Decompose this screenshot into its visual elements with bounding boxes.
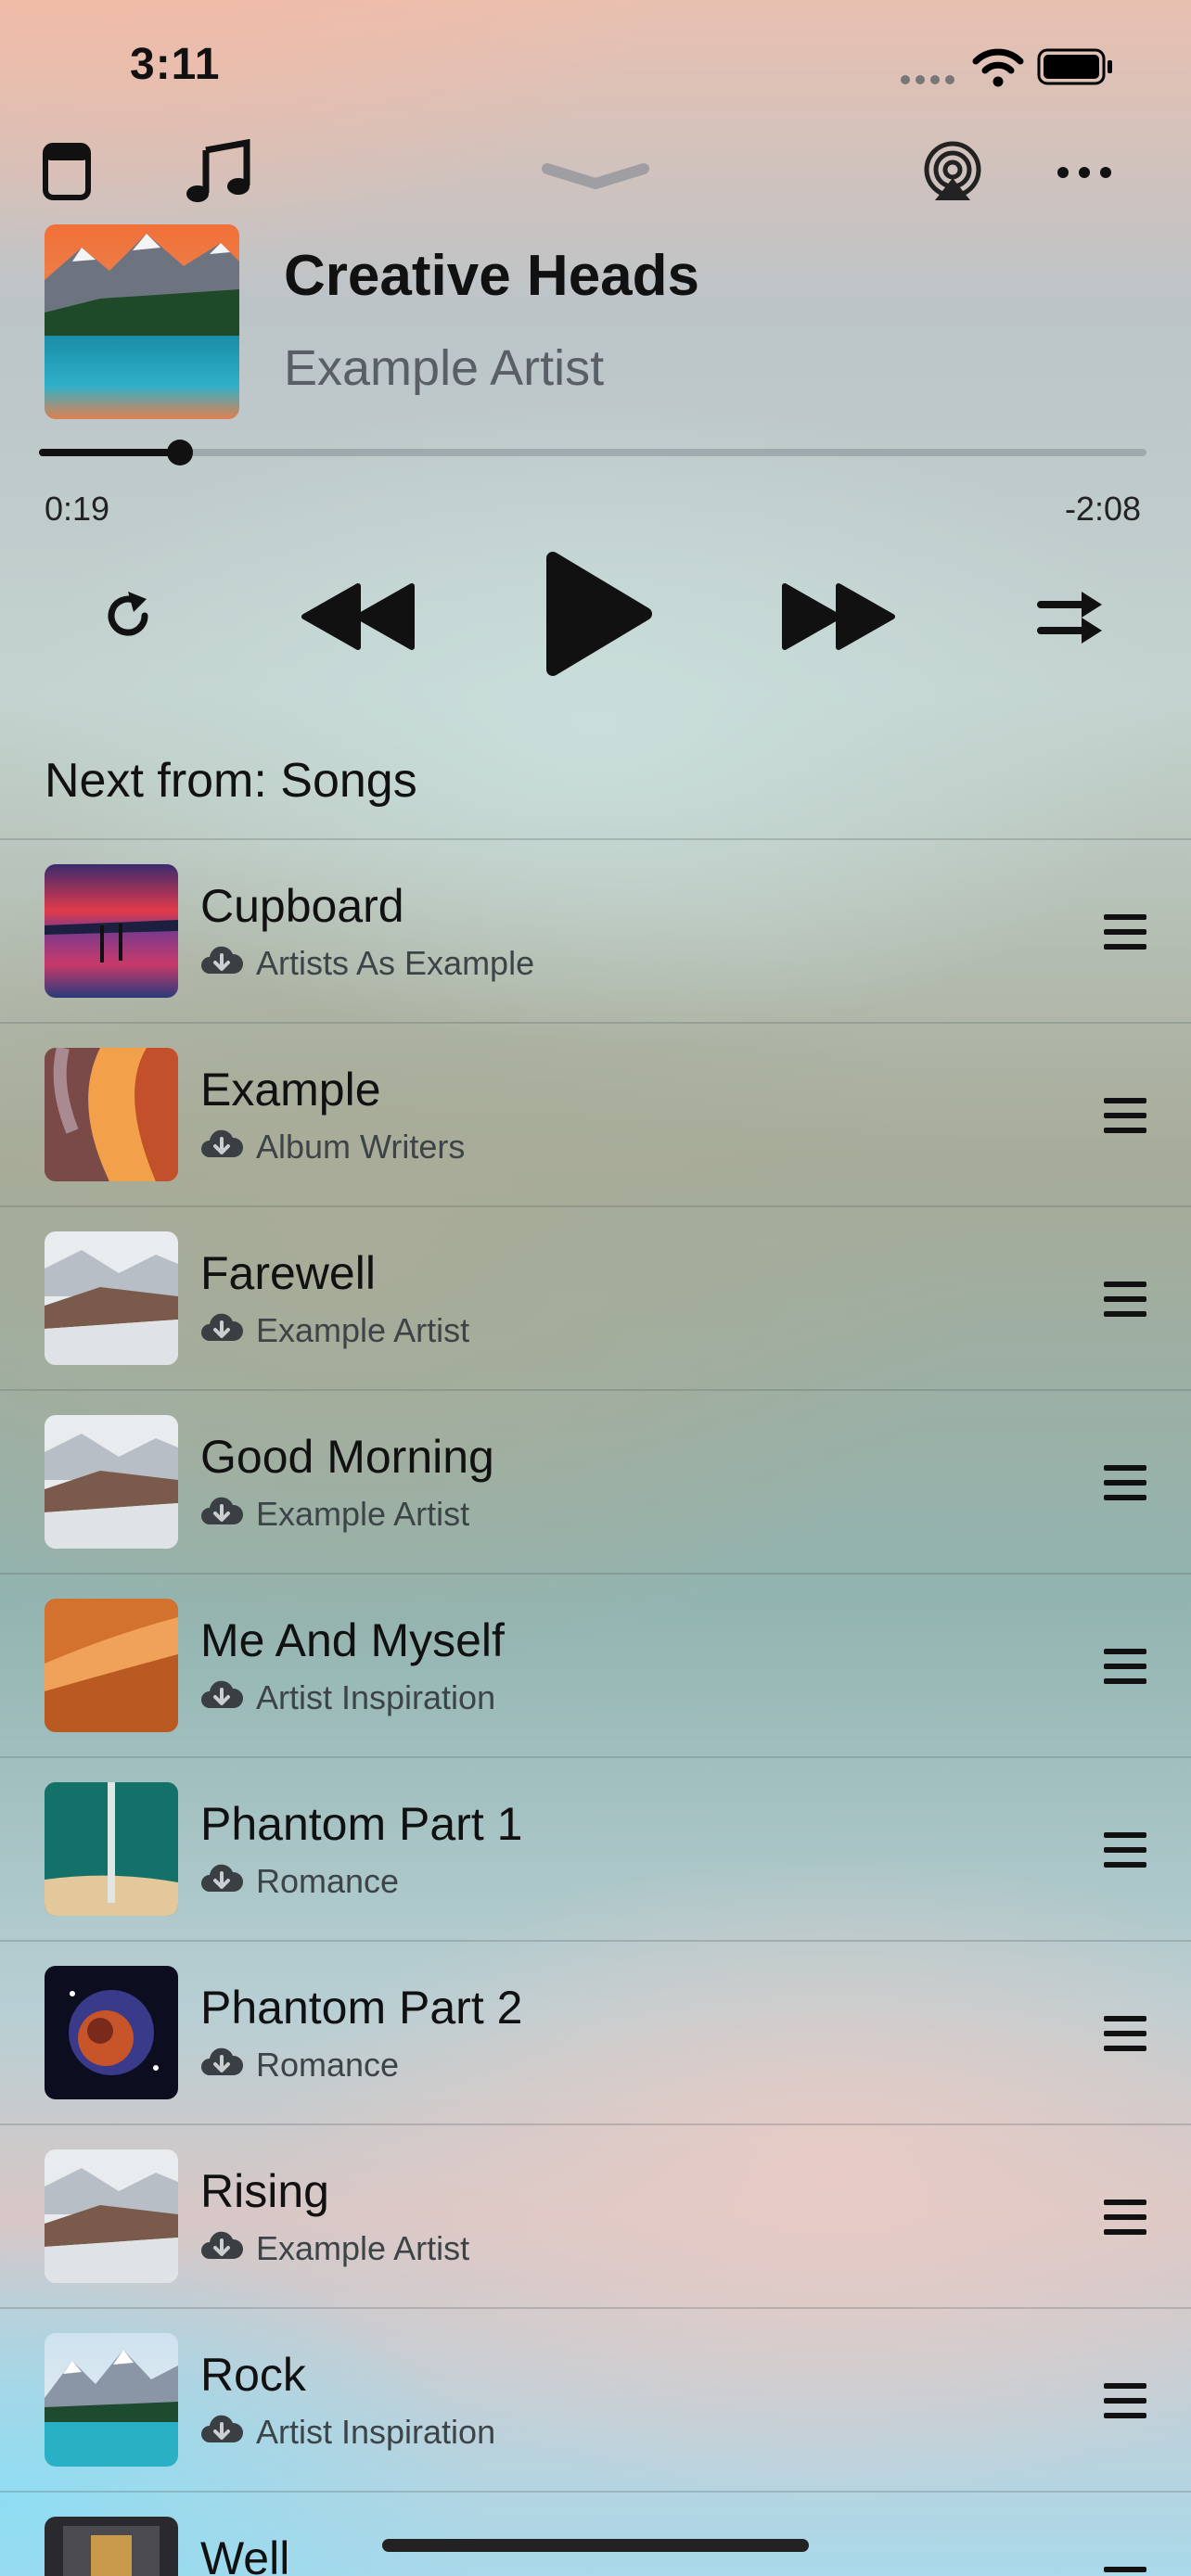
song-title: Me And Myself <box>200 1614 505 1666</box>
home-indicator[interactable] <box>382 2539 809 2552</box>
list-item[interactable]: Well <box>0 2493 1191 2576</box>
song-artist: Artist Inspiration <box>256 1678 496 1716</box>
play-icon[interactable] <box>544 551 655 682</box>
song-art <box>45 1599 178 1732</box>
song-art <box>45 2149 178 2283</box>
cloud-download-icon <box>200 1128 244 1164</box>
song-title: Rock <box>200 2349 306 2401</box>
repeat-icon[interactable] <box>98 586 158 650</box>
list-item[interactable]: Example Album Writers <box>0 1024 1191 1205</box>
cellular-icon <box>900 72 957 92</box>
reorder-handle-icon[interactable] <box>1102 1096 1148 1140</box>
reorder-handle-icon[interactable] <box>1102 2198 1148 2241</box>
song-title: Well <box>200 2532 290 2576</box>
list-item[interactable]: Me And Myself Artist Inspiration <box>0 1575 1191 1756</box>
reorder-handle-icon[interactable] <box>1102 2381 1148 2425</box>
song-title: Phantom Part 2 <box>200 1982 523 2034</box>
song-artist: Romance <box>256 1862 400 1900</box>
chevron-down-icon[interactable] <box>542 163 649 191</box>
song-artist: Example Artist <box>256 2229 470 2267</box>
song-art <box>45 1782 178 1916</box>
progress-fill <box>39 449 180 456</box>
track-title: Creative Heads <box>284 244 700 308</box>
reorder-handle-icon[interactable] <box>1102 2014 1148 2058</box>
song-title: Example <box>200 1064 381 1116</box>
song-artist: Artist Inspiration <box>256 2413 496 2451</box>
airplay-icon[interactable] <box>922 141 983 202</box>
reorder-handle-icon[interactable] <box>1102 1280 1148 1323</box>
miniplayer-icon[interactable] <box>43 143 91 200</box>
cloud-download-icon <box>200 1678 244 1715</box>
cloud-download-icon <box>200 2229 244 2265</box>
song-art <box>45 1966 178 2099</box>
reorder-handle-icon[interactable] <box>1102 912 1148 956</box>
progress-track[interactable] <box>39 449 1146 456</box>
song-title: Farewell <box>200 1247 376 1299</box>
cloud-download-icon <box>200 1311 244 1347</box>
battery-icon <box>1037 48 1115 90</box>
list-item[interactable]: Phantom Part 2 Romance <box>0 1942 1191 2123</box>
cloud-download-icon <box>200 2413 244 2449</box>
cloud-download-icon <box>200 944 244 980</box>
song-art <box>45 864 178 998</box>
song-artist: Example Artist <box>256 1311 470 1349</box>
up-next-heading: Next from: Songs <box>45 754 417 808</box>
reorder-handle-icon[interactable] <box>1102 1647 1148 1690</box>
song-title: Phantom Part 1 <box>200 1798 523 1850</box>
song-artist: Artists As Example <box>256 944 535 982</box>
list-item[interactable]: Good Morning Example Artist <box>0 1391 1191 1573</box>
song-title: Good Morning <box>200 1431 494 1483</box>
song-art <box>45 1415 178 1549</box>
next-icon[interactable] <box>781 582 898 656</box>
previous-icon[interactable] <box>301 582 417 656</box>
reorder-handle-icon[interactable] <box>1102 1830 1148 1874</box>
shuffle-icon[interactable] <box>1037 588 1104 650</box>
track-artist[interactable]: Example Artist <box>284 339 604 397</box>
scrubber-knob[interactable] <box>167 440 193 465</box>
remaining-time: -2:08 <box>1064 490 1141 528</box>
status-time: 3:11 <box>130 40 221 89</box>
reorder-handle-icon[interactable] <box>1102 1463 1148 1507</box>
cloud-download-icon <box>200 1495 244 1531</box>
song-art <box>45 2333 178 2467</box>
song-title: Cupboard <box>200 880 404 932</box>
list-item[interactable]: Rock Artist Inspiration <box>0 2309 1191 2491</box>
song-art <box>45 1231 178 1365</box>
cloud-download-icon <box>200 2046 244 2082</box>
song-art <box>45 1048 178 1181</box>
list-item[interactable]: Rising Example Artist <box>0 2125 1191 2307</box>
song-artist: Example Artist <box>256 1495 470 1533</box>
wifi-icon <box>972 46 1024 92</box>
album-art[interactable] <box>45 224 239 419</box>
reorder-handle-icon[interactable] <box>1102 2565 1148 2576</box>
list-item[interactable]: Cupboard Artists As Example <box>0 840 1191 1022</box>
cloud-download-icon <box>200 1862 244 1898</box>
song-artist: Album Writers <box>256 1128 466 1166</box>
song-title: Rising <box>200 2165 329 2217</box>
list-item[interactable]: Phantom Part 1 Romance <box>0 1758 1191 1940</box>
more-icon[interactable] <box>1056 165 1113 180</box>
list-item[interactable]: Farewell Example Artist <box>0 1207 1191 1389</box>
music-note-icon[interactable] <box>186 139 252 206</box>
song-artist: Romance <box>256 2046 400 2084</box>
elapsed-time: 0:19 <box>45 490 110 528</box>
song-art <box>45 2517 178 2576</box>
